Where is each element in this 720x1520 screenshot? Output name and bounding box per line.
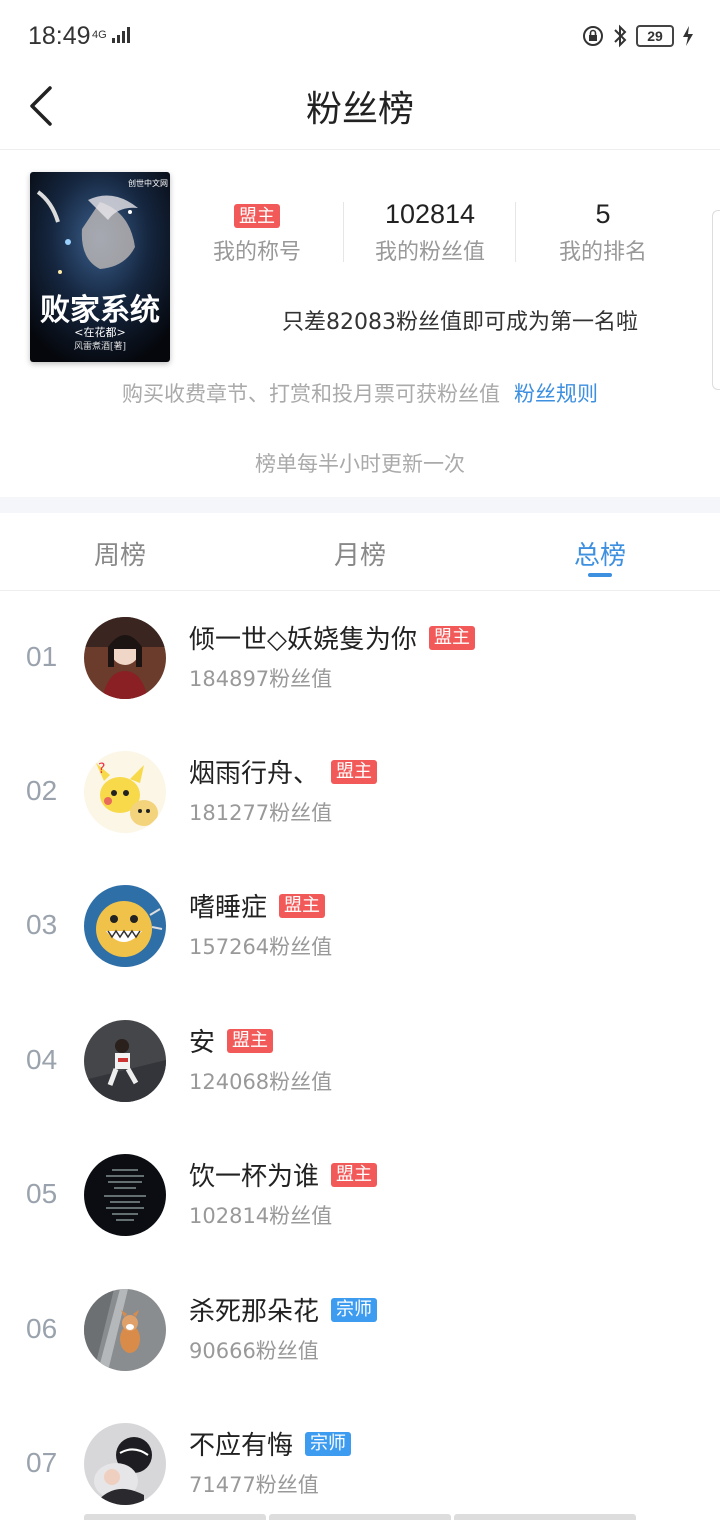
tab-active-indicator [588, 573, 612, 577]
fan-score: 157264粉丝值 [189, 935, 333, 959]
rank-number: 04 [26, 1044, 58, 1075]
fan-score: 184897粉丝值 [189, 667, 333, 691]
tab-total[interactable]: 总榜 [480, 535, 720, 572]
list-item[interactable]: 06 杀死那朵花 宗师 90666粉丝值 [0, 1289, 720, 1423]
stat-my-title: 盟主 我的称号 [172, 196, 342, 266]
level-badge: 盟主 [331, 1162, 378, 1187]
nav-bar: 粉丝榜 [0, 72, 720, 150]
gap-tip: 只差82083粉丝值即可成为第一名啦 [282, 310, 638, 335]
user-name: 安 [189, 1028, 216, 1058]
my-title-label: 我的称号 [212, 240, 301, 265]
user-name: 饮一杯为谁 [189, 1162, 320, 1192]
rank-tabs: 周榜 月榜 总榜 [0, 513, 720, 591]
list-item[interactable]: 05 饮一杯为谁 盟主 102814粉丝值 [0, 1154, 720, 1288]
avatar [84, 1020, 166, 1102]
cover-publisher: 创世中文网 [128, 178, 168, 188]
page-title: 粉丝榜 [305, 89, 414, 130]
status-bar: 18:49 4G 29 [0, 0, 720, 72]
level-badge: 盟主 [279, 893, 326, 918]
status-time: 18:49 [28, 22, 91, 50]
avatar [84, 1289, 166, 1371]
svg-text:?: ? [98, 761, 105, 777]
fan-value: 102814 [384, 199, 476, 229]
cover-author: 风雷煮酒[著] [74, 340, 126, 352]
list-item[interactable]: 01 倾一世◇妖娆隻为你 盟主 184897粉丝值 [0, 617, 720, 751]
network-type: 4G [92, 29, 107, 41]
rank-number: 07 [26, 1447, 58, 1478]
rank-number: 06 [26, 1313, 58, 1344]
list-item[interactable]: 03 嗜睡症 盟主 157264粉丝值 [0, 885, 720, 1019]
fan-score: 71477粉丝值 [189, 1473, 319, 1497]
rank-number: 02 [26, 775, 58, 806]
cover-subtitle: <在花都> [74, 326, 125, 339]
my-title-badge: 盟主 [234, 203, 280, 228]
fan-score: 124068粉丝值 [189, 1070, 333, 1094]
fan-score: 181277粉丝值 [189, 801, 333, 825]
user-name: 倾一世◇妖娆隻为你 [189, 625, 417, 655]
bottom-bar-hint [84, 1514, 636, 1520]
stat-rank: 5 我的排名 [518, 196, 688, 266]
list-item[interactable]: 07 不应有悔 宗师 71477粉丝值 [0, 1423, 720, 1520]
tab-monthly[interactable]: 月榜 [240, 535, 480, 572]
stat-fan-value: 102814 我的粉丝值 [345, 196, 515, 266]
list-item[interactable]: 02 ? 烟雨行舟、 盟主 181277粉丝值 [0, 751, 720, 885]
update-note: 榜单每半小时更新一次 [255, 452, 465, 476]
bluetooth-icon [614, 24, 627, 48]
rank-number: 01 [26, 641, 58, 672]
side-scroll-indicator [712, 210, 720, 390]
my-rank-label: 我的排名 [558, 240, 647, 265]
user-name: 烟雨行舟、 [189, 759, 320, 789]
fan-score: 90666粉丝值 [189, 1339, 319, 1363]
avatar [84, 885, 166, 967]
level-badge: 盟主 [227, 1028, 274, 1053]
fan-score: 102814粉丝值 [189, 1204, 333, 1228]
charging-icon [683, 26, 693, 46]
level-badge: 盟主 [331, 759, 378, 784]
level-badge: 宗师 [331, 1297, 378, 1322]
fan-rules-link[interactable]: 粉丝规则 [514, 382, 598, 406]
level-badge: 盟主 [429, 625, 475, 650]
avatar: ? [84, 751, 166, 833]
rank-number: 05 [26, 1178, 58, 1209]
lock-rotation-icon [583, 26, 603, 46]
my-rank: 5 [595, 199, 611, 229]
avatar [84, 1423, 166, 1505]
user-name: 嗜睡症 [189, 893, 268, 923]
cover-title: 败家系统 [40, 293, 160, 328]
fan-value-label: 我的粉丝值 [374, 240, 485, 265]
avatar [84, 1154, 166, 1236]
divider [515, 202, 516, 262]
section-divider [0, 497, 720, 513]
book-cover[interactable]: 败家系统 <在花都> 风雷煮酒[著] 创世中文网 [30, 172, 170, 362]
book-cover-image: 败家系统 <在花都> 风雷煮酒[著] 创世中文网 [30, 172, 170, 362]
avatar [84, 617, 166, 699]
list-item[interactable]: 04 安 盟主 124068粉丝值 [0, 1020, 720, 1154]
tab-weekly[interactable]: 周榜 [0, 535, 240, 572]
divider [343, 202, 344, 262]
signal-icon: 4G [92, 26, 132, 44]
level-badge: 宗师 [305, 1431, 352, 1456]
rule-line: 购买收费章节、打赏和投月票可获粉丝值 粉丝规则 [0, 378, 720, 408]
user-name: 不应有悔 [189, 1431, 294, 1461]
rank-number: 03 [26, 909, 58, 940]
user-name: 杀死那朵花 [189, 1297, 320, 1327]
battery-icon: 29 [636, 25, 674, 47]
rule-text: 购买收费章节、打赏和投月票可获粉丝值 [122, 382, 500, 406]
